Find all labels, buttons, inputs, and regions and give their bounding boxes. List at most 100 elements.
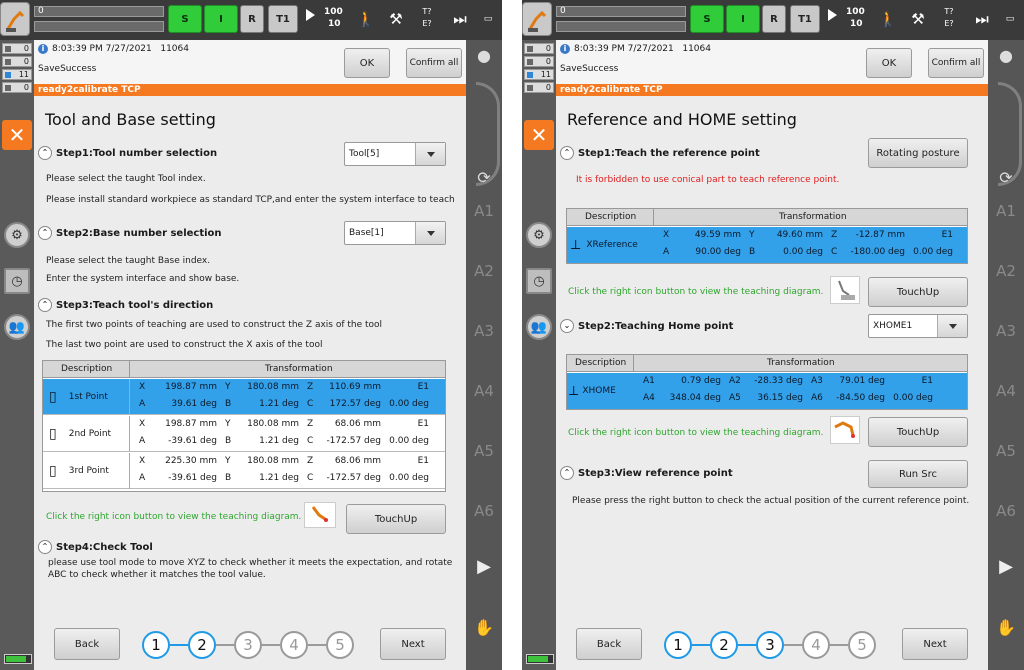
table-cell: -12.87 mm (855, 230, 905, 240)
axis-a2[interactable]: A2 (988, 262, 1024, 280)
walk-icon[interactable]: 🚶 (874, 5, 902, 33)
globe-icon[interactable]: ● (466, 46, 502, 65)
teaching-diagram-icon[interactable] (304, 502, 336, 528)
clock-icon[interactable]: ◷ (4, 268, 30, 294)
speed-indicator[interactable]: 100 10 (302, 5, 350, 33)
table-cell: E1 (921, 376, 933, 386)
step3-text1: The first two points of teaching are use… (46, 320, 383, 330)
step2-header[interactable]: ⌃ Step2:Base number selection (38, 226, 222, 240)
walk-icon[interactable]: 🚶 (352, 5, 380, 33)
table-row[interactable]: ▯ 2nd Point X 198.87 mm Y 180.08 mm Z 68.06 mm E… (43, 416, 445, 452)
close-icon[interactable]: ✕ (2, 120, 32, 150)
r-button[interactable]: R (762, 5, 786, 33)
t1-button[interactable]: T1 (268, 5, 298, 33)
s-button[interactable]: S (168, 5, 202, 33)
step-dot-4[interactable]: 4 (802, 631, 830, 659)
axis-a4[interactable]: A4 (466, 382, 502, 400)
i-button[interactable]: I (204, 5, 238, 33)
ok-button[interactable]: OK (344, 48, 390, 78)
s-button[interactable]: S (690, 5, 724, 33)
axis-a3[interactable]: A3 (466, 322, 502, 340)
coord-icon[interactable]: ▭ (996, 5, 1024, 33)
jog-mode-icon[interactable]: ⟳ (988, 168, 1024, 187)
touchup-button[interactable]: TouchUp (868, 277, 968, 307)
step3-header[interactable]: ⌃ Step3:View reference point (560, 466, 733, 480)
step-dot-1[interactable]: 1 (664, 631, 692, 659)
step3-header[interactable]: ⌃ Step3:Teach tool's direction (38, 298, 213, 312)
home-dropdown[interactable]: XHOME1 (868, 314, 968, 338)
step-dot-2[interactable]: 2 (188, 631, 216, 659)
axis-a1[interactable]: A1 (988, 202, 1024, 220)
axis-a1[interactable]: A1 (466, 202, 502, 220)
robot-logo-icon[interactable] (0, 2, 30, 36)
play-arrow-icon[interactable]: ▶ (988, 556, 1024, 577)
touchup-button-2[interactable]: TouchUp (868, 417, 968, 447)
gear-icon[interactable]: ⚙ (526, 222, 552, 248)
run-src-button[interactable]: Run Src (868, 460, 968, 488)
tool-base-indicator[interactable]: T? E? (412, 6, 442, 34)
step4-header[interactable]: ⌃ Step4:Check Tool (38, 540, 153, 554)
axis-a4[interactable]: A4 (988, 382, 1024, 400)
step-dot-4[interactable]: 4 (280, 631, 308, 659)
step1-header[interactable]: ⌃ Step1:Tool number selection (38, 146, 217, 160)
axis-a6[interactable]: A6 (988, 502, 1024, 520)
table-row[interactable]: ⟂ XHOME A1 0.79 deg A2 -28.33 deg A3 79.01 de… (567, 373, 967, 409)
hand-icon[interactable]: ✋ (466, 618, 502, 637)
table-cell: 68.06 mm (334, 419, 381, 429)
tool-icon[interactable]: ⚒ (904, 5, 932, 33)
axis-a3[interactable]: A3 (988, 322, 1024, 340)
confirm-all-button[interactable]: Confirm all (406, 48, 462, 78)
users-icon[interactable]: 👥 (4, 314, 30, 340)
step-dot-2[interactable]: 2 (710, 631, 738, 659)
tool-icon[interactable]: ⚒ (382, 5, 410, 33)
confirm-all-button[interactable]: Confirm all (928, 48, 984, 78)
table-row[interactable]: ⟂ XReference X 49.59 mm Y 49.60 mm Z -12.87 m… (567, 227, 967, 263)
coord-icon[interactable]: ▭ (474, 5, 502, 33)
teaching-diagram-icon[interactable] (830, 276, 860, 304)
tool-dropdown[interactable]: Tool[5] (344, 142, 446, 166)
step-dot-3[interactable]: 3 (234, 631, 262, 659)
r-button[interactable]: R (240, 5, 264, 33)
close-icon[interactable]: ✕ (524, 120, 554, 150)
table-cell: 39.61 deg (171, 399, 217, 409)
step-dot-1[interactable]: 1 (142, 631, 170, 659)
step1-header[interactable]: ⌃ Step1:Teach the reference point (560, 146, 760, 160)
tool-base-indicator[interactable]: T? E? (934, 6, 964, 34)
next-button[interactable]: Next (380, 628, 446, 660)
table-row[interactable]: ▯ 3rd Point X 225.30 mm Y 180.08 mm Z 68.06 mm E… (43, 453, 445, 489)
back-button[interactable]: Back (576, 628, 642, 660)
robot-logo-icon[interactable] (522, 2, 552, 36)
gear-icon[interactable]: ⚙ (4, 222, 30, 248)
table-cell: 198.87 mm (165, 382, 217, 392)
i-button[interactable]: I (726, 5, 760, 33)
ok-button[interactable]: OK (866, 48, 912, 78)
step-dot-5[interactable]: 5 (848, 631, 876, 659)
rotating-posture-button[interactable]: Rotating posture (868, 138, 968, 168)
clock-icon[interactable]: ◷ (526, 268, 552, 294)
table-cell: X (139, 382, 146, 392)
step-dot-5[interactable]: 5 (326, 631, 354, 659)
play-arrow-icon[interactable]: ▶ (466, 556, 502, 577)
axis-a5[interactable]: A5 (988, 442, 1024, 460)
table-cell: C (307, 473, 314, 483)
next-button[interactable]: Next (902, 628, 968, 660)
hand-icon[interactable]: ✋ (988, 618, 1024, 637)
table-row[interactable]: ▯ 1st Point X 198.87 mm Y 180.08 mm Z 110.69 mm… (43, 379, 445, 415)
users-icon[interactable]: 👥 (526, 314, 552, 340)
axis-a2[interactable]: A2 (466, 262, 502, 280)
skip-icon[interactable]: ⏭ (446, 5, 474, 33)
base-dropdown[interactable]: Base[1] (344, 221, 446, 245)
step-dot-3[interactable]: 3 (756, 631, 784, 659)
table-cell: E1 (417, 382, 429, 392)
axis-a5[interactable]: A5 (466, 442, 502, 460)
axis-a6[interactable]: A6 (466, 502, 502, 520)
globe-icon[interactable]: ● (988, 46, 1024, 65)
back-button[interactable]: Back (54, 628, 120, 660)
speed-indicator[interactable]: 100 10 (824, 5, 872, 33)
touchup-button[interactable]: TouchUp (346, 504, 446, 534)
t1-button[interactable]: T1 (790, 5, 820, 33)
skip-icon[interactable]: ⏭ (968, 5, 996, 33)
teaching-diagram-icon[interactable] (830, 416, 860, 444)
jog-mode-icon[interactable]: ⟳ (466, 168, 502, 187)
step2-header[interactable]: ⌄ Step2:Teaching Home point (560, 319, 733, 333)
